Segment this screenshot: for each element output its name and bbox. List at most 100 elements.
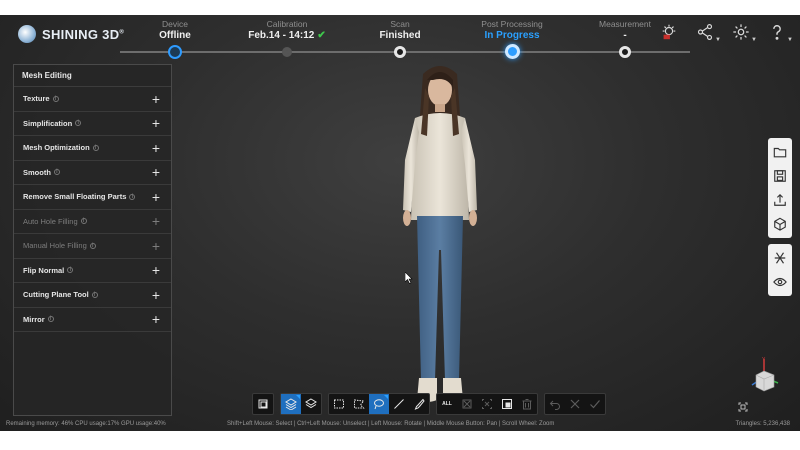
bottom-toolbar-group-view bbox=[252, 393, 274, 415]
panel-item-smooth[interactable]: Smooth i + bbox=[14, 161, 171, 185]
panel-item-texture[interactable]: Texture i + bbox=[14, 87, 171, 112]
panel-item-label: Manual Hole Filling bbox=[23, 241, 87, 251]
brand-logo-icon bbox=[18, 25, 36, 43]
panel-item-label: Remove Small Floating Parts bbox=[23, 192, 127, 202]
panel-item-flip-normal[interactable]: Flip Normal i + bbox=[14, 259, 171, 283]
panel-item-manual-hole-filling[interactable]: Manual Hole Filling i + bbox=[14, 234, 171, 259]
panel-item-label: Mirror bbox=[23, 314, 45, 324]
expand-plus-icon[interactable]: + bbox=[152, 92, 160, 106]
layers-icon[interactable] bbox=[301, 394, 321, 414]
panel-item-label: Smooth bbox=[23, 167, 51, 177]
check-icon: ✔ bbox=[317, 30, 326, 41]
scanned-person-model[interactable] bbox=[385, 60, 495, 410]
bottom-toolbar-group-select bbox=[328, 393, 430, 415]
step-scan-node[interactable] bbox=[394, 46, 406, 58]
settings-gear-icon[interactable]: ▼ bbox=[732, 23, 757, 45]
app-window: SHINING 3D® Device Offline Calibration F… bbox=[0, 15, 800, 431]
expand-plus-icon[interactable]: + bbox=[152, 263, 160, 277]
fit-selection-icon[interactable] bbox=[253, 394, 273, 414]
rectangle-select-icon[interactable] bbox=[329, 394, 349, 414]
right-toolbar-file bbox=[768, 138, 792, 238]
info-icon[interactable]: i bbox=[80, 218, 87, 225]
status-bar: Remaining memory: 46% CPU usage:17% GPU … bbox=[0, 419, 800, 431]
step-device-node[interactable] bbox=[168, 45, 182, 59]
info-icon[interactable]: i bbox=[89, 242, 96, 249]
select-connected-icon[interactable] bbox=[497, 394, 517, 414]
export-icon[interactable] bbox=[768, 188, 792, 212]
delete-selection-icon[interactable] bbox=[517, 394, 537, 414]
step-calibration-node[interactable] bbox=[282, 47, 292, 57]
panel-item-label: Simplification bbox=[23, 118, 73, 128]
panel-item-cutting-plane-tool[interactable]: Cutting Plane Tool i + bbox=[14, 283, 171, 308]
info-icon[interactable]: i bbox=[67, 267, 74, 274]
expand-plus-icon[interactable]: + bbox=[152, 312, 160, 326]
workflow-steps: Device Offline Calibration Feb.14 - 14:1… bbox=[120, 15, 690, 59]
share-dropdown-caret-icon: ▼ bbox=[715, 37, 721, 43]
bottom-toolbar-group-history bbox=[544, 393, 606, 415]
bottom-toolbar-group-edit: ALL bbox=[436, 393, 538, 415]
step-calibration-value: Feb.14 - 14:12 bbox=[248, 30, 315, 41]
info-icon[interactable]: i bbox=[47, 316, 54, 323]
invert-selection-icon[interactable] bbox=[477, 394, 497, 414]
expand-plus-icon[interactable]: + bbox=[152, 116, 160, 130]
visibility-eye-icon[interactable] bbox=[768, 270, 792, 294]
mouse-cursor-icon bbox=[405, 272, 413, 284]
brush-select-icon[interactable] bbox=[409, 394, 429, 414]
info-icon[interactable]: i bbox=[91, 291, 98, 298]
expand-plus-icon[interactable]: + bbox=[152, 165, 160, 179]
panel-item-label: Texture bbox=[23, 94, 50, 104]
panel-item-label: Auto Hole Filling bbox=[23, 216, 78, 226]
layer-select-icon[interactable] bbox=[281, 394, 301, 414]
settings-dropdown-caret-icon: ▼ bbox=[751, 37, 757, 43]
panel-item-auto-hole-filling[interactable]: Auto Hole Filling i + bbox=[14, 210, 171, 234]
share-icon[interactable]: ▼ bbox=[696, 23, 721, 45]
save-icon[interactable] bbox=[768, 164, 792, 188]
panel-item-label: Cutting Plane Tool bbox=[23, 290, 89, 300]
step-post-processing-node[interactable] bbox=[504, 44, 520, 59]
deselect-icon[interactable] bbox=[457, 394, 477, 414]
panel-item-label: Mesh Optimization bbox=[23, 143, 90, 153]
help-question-icon[interactable]: ▼ bbox=[768, 23, 793, 45]
cloud-upload-icon[interactable] bbox=[660, 23, 682, 45]
top-icons: ▼ ▼ ▼ bbox=[660, 23, 793, 45]
panel-item-list: Texture i + Simplification i + Mesh Optimizati… bbox=[14, 87, 171, 332]
fit-view-icon[interactable] bbox=[738, 402, 748, 412]
info-icon[interactable]: i bbox=[129, 193, 136, 200]
lasso-select-icon[interactable] bbox=[369, 394, 389, 414]
axis-orientation-gizmo[interactable]: Y bbox=[746, 355, 786, 395]
texture-mode-icon[interactable] bbox=[768, 246, 792, 270]
cancel-icon[interactable] bbox=[565, 394, 585, 414]
polygon-select-icon[interactable] bbox=[349, 394, 369, 414]
panel-title: Mesh Editing bbox=[14, 65, 171, 87]
help-dropdown-caret-icon: ▼ bbox=[787, 37, 793, 43]
line-select-icon[interactable] bbox=[389, 394, 409, 414]
panel-item-simplification[interactable]: Simplification i + bbox=[14, 112, 171, 136]
undo-icon[interactable] bbox=[545, 394, 565, 414]
top-bar: SHINING 3D® Device Offline Calibration F… bbox=[0, 15, 800, 59]
select-all-label: ALL bbox=[442, 401, 452, 407]
expand-plus-icon[interactable]: + bbox=[152, 288, 160, 302]
expand-plus-icon[interactable]: + bbox=[152, 141, 160, 155]
mesh-editing-panel: Mesh Editing Texture i + Simplification i + Me… bbox=[13, 64, 172, 416]
info-icon[interactable]: i bbox=[92, 144, 99, 151]
step-measurement-node[interactable] bbox=[619, 46, 631, 58]
right-toolbar-view bbox=[768, 244, 792, 296]
model-cube-icon[interactable] bbox=[768, 212, 792, 236]
panel-item-mesh-optimization[interactable]: Mesh Optimization i + bbox=[14, 136, 171, 161]
select-all-button[interactable]: ALL bbox=[437, 394, 457, 414]
expand-plus-icon[interactable]: + bbox=[152, 190, 160, 204]
apply-check-icon[interactable] bbox=[585, 394, 605, 414]
triangle-count-status: Triangles: 5,236,438 bbox=[735, 421, 790, 427]
bottom-toolbar: ALL bbox=[252, 393, 606, 415]
panel-item-remove-small-floating-parts[interactable]: Remove Small Floating Parts i + bbox=[14, 185, 171, 210]
info-icon[interactable]: i bbox=[75, 120, 82, 127]
mouse-hint-status: Shift+Left Mouse: Select | Ctrl+Left Mou… bbox=[227, 421, 555, 427]
panel-item-mirror[interactable]: Mirror i + bbox=[14, 308, 171, 332]
system-usage-status: Remaining memory: 46% CPU usage:17% GPU … bbox=[6, 421, 166, 427]
expand-plus-icon[interactable]: + bbox=[152, 239, 160, 253]
panel-item-label: Flip Normal bbox=[23, 265, 65, 275]
expand-plus-icon[interactable]: + bbox=[152, 214, 160, 228]
info-icon[interactable]: i bbox=[52, 95, 59, 102]
open-folder-icon[interactable] bbox=[768, 140, 792, 164]
info-icon[interactable]: i bbox=[53, 169, 60, 176]
